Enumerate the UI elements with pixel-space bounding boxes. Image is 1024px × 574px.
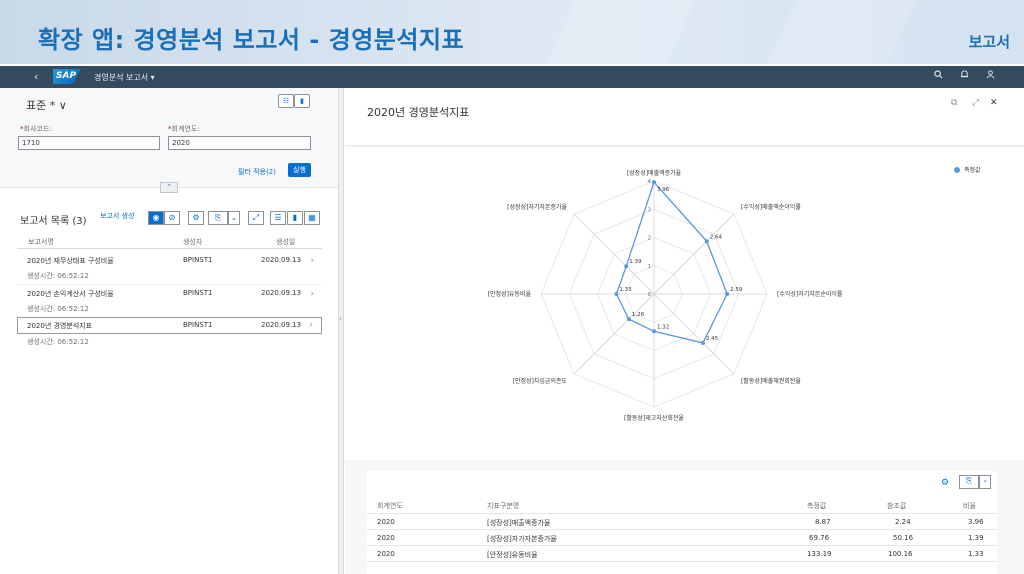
data-point bbox=[725, 292, 730, 296]
splitter[interactable]: › bbox=[338, 88, 344, 574]
indicator-table: ⚙ ⎘ ⌄ 회계연도 지표구분명 측정값 참조값 비율 2020 [성장성]매출… bbox=[367, 471, 997, 574]
sap-logo: SAP bbox=[53, 69, 81, 84]
tick-label: 4 bbox=[648, 179, 652, 185]
axis-label: [안정성]유동비율 bbox=[488, 290, 532, 298]
axis-label: [수익성]자기자본순이익률 bbox=[777, 290, 843, 298]
data-label: 3.96 bbox=[657, 187, 670, 193]
data-point bbox=[626, 317, 631, 322]
data-label: 1.26 bbox=[632, 312, 645, 318]
axis-label: [활동성]매출채권회전율 bbox=[741, 377, 801, 385]
banner-decoration bbox=[759, 0, 921, 64]
fiscal-year-input[interactable]: 2020 bbox=[168, 136, 311, 150]
export-icon[interactable]: ⎘ bbox=[959, 475, 979, 489]
data-label: 2.45 bbox=[706, 336, 719, 342]
list-item-subtext: 생성시간: 06:52:12 bbox=[27, 338, 89, 346]
table-row[interactable]: 2020 [성장성]자가자본증가율 69.76 50.16 1.39 bbox=[367, 530, 997, 546]
company-code-input[interactable]: 1710 bbox=[18, 136, 160, 150]
chart-view-icon[interactable]: ▮ bbox=[294, 94, 310, 108]
go-button[interactable]: 실행 bbox=[288, 163, 311, 177]
radar-chart: 0 1 2 3 4 [성장성]매출액증가율 [수익성]매출액순이익률 [수익성]자기자본순이익… bbox=[488, 166, 981, 422]
list-item[interactable]: 2020년 재무상태표 구성비율 BPINST1 2020.09.13 › 생성… bbox=[17, 251, 322, 285]
fullscreen-icon[interactable]: ⤢ bbox=[972, 98, 979, 108]
back-button[interactable]: ‹ bbox=[34, 70, 38, 83]
hide-icon[interactable]: ⊘ bbox=[164, 211, 180, 225]
detail-header: 2020년 경영분석지표 ⧉ ⤢ ✕ bbox=[345, 88, 1024, 146]
data-label: 1.32 bbox=[657, 324, 669, 330]
document-type-label: 보고서 bbox=[968, 33, 1010, 51]
filter-bar: 표준 * ∨ ☷ ▮ *회사코드: 1710 *회계연도: 2020 필터 적용… bbox=[0, 88, 338, 188]
data-point bbox=[700, 340, 705, 345]
create-report-link[interactable]: 보고서 생성 bbox=[100, 211, 134, 221]
axis-label: [수익성]매출액순이익률 bbox=[741, 203, 801, 211]
detail-title: 2020년 경영분석지표 bbox=[367, 106, 470, 119]
data-label: 2.64 bbox=[710, 234, 723, 240]
settings-icon[interactable]: ⚙ bbox=[941, 478, 949, 488]
data-point bbox=[624, 264, 629, 269]
table-row[interactable]: 2020 [안정성]유동비율 133.19 100.16 1.33 bbox=[367, 546, 997, 562]
column-header-creator: 생성자 bbox=[183, 238, 203, 246]
fiscal-year-label: *회계연도: bbox=[168, 125, 200, 133]
chevron-right-icon: › bbox=[310, 256, 314, 266]
filter-applied-link[interactable]: 필터 적용(2) bbox=[238, 167, 276, 177]
report-list-title: 보고서 목록 (3) bbox=[20, 216, 87, 227]
eye-icon[interactable]: ◉ bbox=[148, 211, 164, 225]
search-icon[interactable] bbox=[934, 70, 943, 82]
export-icon[interactable]: ⎘ bbox=[208, 211, 228, 225]
data-point bbox=[652, 180, 656, 185]
tick-label: 2 bbox=[648, 236, 652, 242]
user-icon[interactable] bbox=[986, 70, 995, 82]
open-external-icon[interactable]: ⧉ bbox=[951, 98, 957, 108]
grid-icon[interactable]: ▦ bbox=[304, 211, 320, 225]
column-header-name: 보고서명 bbox=[28, 238, 54, 246]
list-item[interactable]: 2020년 손익계산서 구성비율 BPINST1 2020.09.13 › 생성… bbox=[17, 284, 322, 318]
chevron-right-icon[interactable]: › bbox=[339, 314, 342, 323]
axis-label: [성장성]매출액증가율 bbox=[627, 169, 682, 177]
bell-icon[interactable] bbox=[960, 70, 969, 82]
banner-decoration bbox=[539, 0, 701, 64]
chevron-right-icon: › bbox=[309, 320, 313, 330]
axis-label: [활동성]재고자산회전율 bbox=[624, 414, 684, 422]
shell-bar: ‹ SAP 경영분석 보고서 ▾ bbox=[0, 66, 1024, 88]
tick-label: 3 bbox=[648, 207, 652, 213]
data-point bbox=[614, 292, 619, 296]
axis-label: [성장성]자기자본증가율 bbox=[507, 203, 567, 211]
master-panel: 표준 * ∨ ☷ ▮ *회사코드: 1710 *회계연도: 2020 필터 적용… bbox=[0, 88, 338, 574]
table-settings-icon[interactable]: ☰ bbox=[270, 211, 286, 225]
data-point bbox=[704, 239, 709, 244]
detail-panel: 2020년 경영분석지표 ⧉ ⤢ ✕ 0 1 2 3 4 [성장성]매출액증가율 [수익성]… bbox=[345, 88, 1024, 574]
chart-icon[interactable]: ▮ bbox=[287, 211, 303, 225]
data-point bbox=[652, 329, 656, 334]
filter-layout-icon[interactable]: ☷ bbox=[278, 94, 294, 108]
tick-label: 0 bbox=[648, 292, 652, 298]
data-label: 2.59 bbox=[730, 287, 743, 293]
table-header: 회계연도 지표구분명 측정값 참조값 비율 bbox=[367, 496, 997, 514]
variant-selector[interactable]: 표준 * ∨ bbox=[26, 97, 67, 113]
chevron-down-icon[interactable]: ⌄ bbox=[228, 211, 240, 225]
radar-chart-container: 0 1 2 3 4 [성장성]매출액증가율 [수익성]매출액순이익률 [수익성]자기자본순이익… bbox=[345, 148, 1024, 460]
column-header-date: 생성일 bbox=[276, 238, 296, 246]
collapse-header-button[interactable]: ⌃ bbox=[160, 182, 178, 193]
banner: 확장 앱: 경영분석 보고서 - 경영분석지표 보고서 bbox=[0, 0, 1024, 64]
axis-label: [안정성]차입금의존도 bbox=[513, 377, 568, 385]
tick-label: 1 bbox=[648, 264, 652, 270]
app-title-menu[interactable]: 경영분석 보고서 ▾ bbox=[94, 72, 155, 83]
legend-label: 측정값 bbox=[964, 166, 981, 174]
company-code-label: *회사코드: bbox=[20, 125, 52, 133]
close-icon[interactable]: ✕ bbox=[990, 98, 998, 108]
table-row[interactable]: 2020 [성장성]매출액증가율 8.87 2.24 3.96 bbox=[367, 514, 997, 530]
fullscreen-icon[interactable]: ⤢ bbox=[248, 211, 264, 225]
chevron-right-icon: › bbox=[310, 289, 314, 299]
settings-icon[interactable]: ⚙ bbox=[188, 211, 204, 225]
list-item-selected[interactable]: 2020년 경영분석지표 BPINST1 2020.09.13 › bbox=[17, 317, 322, 334]
chevron-down-icon[interactable]: ⌄ bbox=[979, 475, 991, 489]
data-label: 1.39 bbox=[629, 259, 642, 265]
legend-marker bbox=[954, 167, 960, 173]
data-label: 1.33 bbox=[619, 287, 632, 293]
page-title: 확장 앱: 경영분석 보고서 - 경영분석지표 bbox=[38, 26, 465, 54]
